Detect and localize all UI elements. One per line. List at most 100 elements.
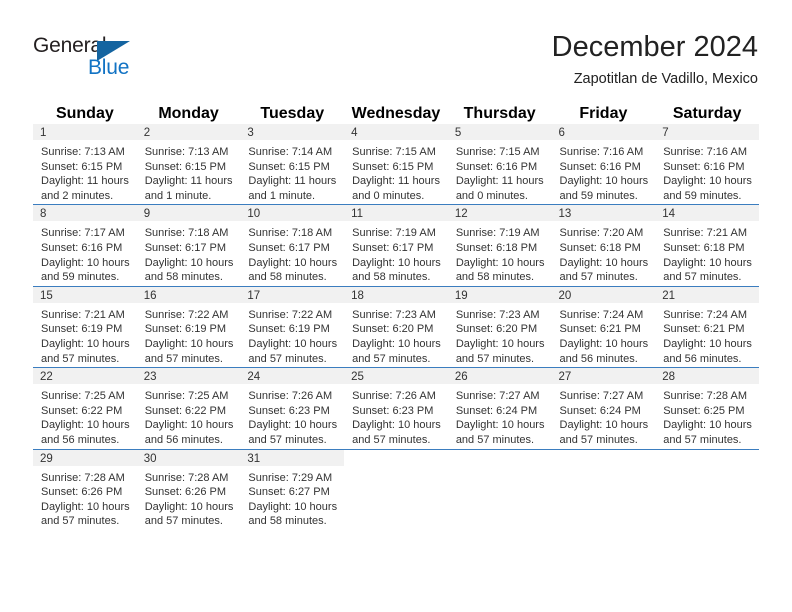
day-cell[interactable]: Sunrise: 7:24 AM Sunset: 6:21 PM Daylight:… <box>552 303 656 368</box>
day-cell-body: Sunrise: 7:21 AM Sunset: 6:18 PM Daylight:… <box>656 222 758 284</box>
day-number-cell[interactable]: 1 <box>33 124 137 140</box>
daylight-text-line1: Daylight: 11 hours <box>41 175 129 188</box>
day-number-cell[interactable]: 11 <box>344 205 448 222</box>
day-number-cell[interactable]: 14 <box>655 205 759 222</box>
calendar-header-row: Sunday Monday Tuesday Wednesday Thursday… <box>33 104 759 124</box>
sunset-text: Sunset: 6:21 PM <box>663 323 745 336</box>
sunrise-text: Sunrise: 7:23 AM <box>352 308 436 321</box>
day-number: 8 <box>40 208 47 221</box>
sunset-text: Sunset: 6:15 PM <box>144 160 227 173</box>
day-cell[interactable]: Sunrise: 7:13 AM Sunset: 6:15 PM Daylight:… <box>137 140 241 205</box>
day-cell[interactable]: Sunrise: 7:22 AM Sunset: 6:19 PM Daylight:… <box>137 303 241 368</box>
day-number-cell[interactable]: 22 <box>33 368 137 385</box>
day-cell[interactable]: Sunrise: 7:27 AM Sunset: 6:24 PM Daylight:… <box>448 384 552 449</box>
day-number-cell[interactable]: 23 <box>136 368 241 385</box>
sunrise-text: Sunrise: 7:23 AM <box>455 308 540 321</box>
day-cell[interactable]: Sunrise: 7:16 AM Sunset: 6:16 PM Daylight:… <box>552 140 656 205</box>
day-cell[interactable]: Sunrise: 7:23 AM Sunset: 6:20 PM Daylight:… <box>448 303 552 368</box>
day-number-row: 8 9 10 11 12 13 14 <box>33 205 759 222</box>
sunset-text: Sunset: 6:17 PM <box>248 241 330 254</box>
day-number-cell[interactable]: 20 <box>551 286 656 303</box>
day-number-cell[interactable]: 15 <box>33 286 137 303</box>
day-cell-body: Sunrise: 7:27 AM Sunset: 6:24 PM Daylight:… <box>553 385 655 447</box>
title-block: December 2024 Zapotitlan de Vadillo, Mex… <box>552 30 758 88</box>
day-number: 30 <box>143 452 157 465</box>
generalblue-logo[interactable]: General Blue <box>33 34 163 80</box>
daylight-text-line2: and 58 minutes. <box>248 515 327 528</box>
day-number-cell[interactable]: 28 <box>655 368 759 385</box>
day-number-cell[interactable]: 12 <box>447 205 552 222</box>
day-cell-body: Sunrise: 7:18 AM Sunset: 6:17 PM Daylight:… <box>241 222 343 284</box>
day-cell-body: Sunrise: 7:18 AM Sunset: 6:17 PM Daylight:… <box>138 222 240 284</box>
day-cell[interactable]: Sunrise: 7:18 AM Sunset: 6:17 PM Daylight:… <box>137 221 241 286</box>
day-cell[interactable]: Sunrise: 7:16 AM Sunset: 6:16 PM Daylight:… <box>655 140 759 205</box>
day-number-cell[interactable]: 21 <box>655 286 759 303</box>
day-number-cell[interactable]: 24 <box>240 368 345 385</box>
sunset-text: Sunset: 6:18 PM <box>663 241 745 254</box>
daylight-text-line2: and 56 minutes. <box>144 433 223 446</box>
day-cell[interactable]: Sunrise: 7:20 AM Sunset: 6:18 PM Daylight:… <box>552 221 656 286</box>
day-number: 26 <box>454 371 468 384</box>
day-number: 27 <box>558 371 572 384</box>
day-cell[interactable]: Sunrise: 7:29 AM Sunset: 6:27 PM Daylight:… <box>240 466 344 530</box>
sunrise-text: Sunrise: 7:28 AM <box>144 471 229 484</box>
sunset-text: Sunset: 6:22 PM <box>41 404 123 417</box>
day-number-cell[interactable]: 27 <box>551 368 656 385</box>
day-number-cell[interactable]: 2 <box>136 124 241 140</box>
daylight-text-line1: Daylight: 10 hours <box>455 256 545 269</box>
day-number-cell[interactable]: 26 <box>447 368 552 385</box>
day-cell[interactable]: Sunrise: 7:21 AM Sunset: 6:18 PM Daylight:… <box>655 221 759 286</box>
day-number-cell[interactable]: 9 <box>136 205 241 222</box>
day-cell[interactable]: Sunrise: 7:22 AM Sunset: 6:19 PM Daylight:… <box>240 303 344 368</box>
sunset-text: Sunset: 6:24 PM <box>455 404 538 417</box>
day-number: 1 <box>40 127 47 139</box>
day-cell[interactable]: Sunrise: 7:18 AM Sunset: 6:17 PM Daylight:… <box>240 221 344 286</box>
day-cell[interactable]: Sunrise: 7:21 AM Sunset: 6:19 PM Daylight:… <box>33 303 137 368</box>
day-cell[interactable]: Sunrise: 7:23 AM Sunset: 6:20 PM Daylight:… <box>344 303 448 368</box>
day-number: 16 <box>143 289 157 302</box>
day-number-cell[interactable]: 29 <box>33 449 137 466</box>
day-number-cell[interactable]: 25 <box>344 368 448 385</box>
day-number-cell[interactable]: 8 <box>33 205 137 222</box>
day-cell[interactable]: Sunrise: 7:25 AM Sunset: 6:22 PM Daylight:… <box>137 384 241 449</box>
day-number-cell[interactable]: 6 <box>551 124 656 140</box>
day-cell[interactable]: Sunrise: 7:28 AM Sunset: 6:26 PM Daylight:… <box>33 466 137 530</box>
day-cell[interactable]: Sunrise: 7:15 AM Sunset: 6:15 PM Daylight:… <box>344 140 448 205</box>
day-cell[interactable]: Sunrise: 7:17 AM Sunset: 6:16 PM Daylight:… <box>33 221 137 286</box>
sunset-text: Sunset: 6:16 PM <box>559 160 641 173</box>
day-cell[interactable]: Sunrise: 7:15 AM Sunset: 6:16 PM Daylight:… <box>448 140 552 205</box>
sunrise-text: Sunrise: 7:18 AM <box>248 227 333 240</box>
day-cell[interactable]: Sunrise: 7:28 AM Sunset: 6:26 PM Daylight:… <box>137 466 241 530</box>
sunset-text: Sunset: 6:16 PM <box>663 160 745 173</box>
day-number: 17 <box>247 289 261 302</box>
day-number-cell[interactable]: 10 <box>240 205 345 222</box>
day-cell[interactable]: Sunrise: 7:27 AM Sunset: 6:24 PM Daylight:… <box>552 384 656 449</box>
day-number-cell[interactable]: 5 <box>447 124 552 140</box>
day-number-cell[interactable]: 13 <box>551 205 656 222</box>
day-cell[interactable]: Sunrise: 7:19 AM Sunset: 6:18 PM Daylight:… <box>448 221 552 286</box>
day-number: 28 <box>662 371 676 384</box>
day-number: 10 <box>247 208 261 221</box>
day-cell[interactable]: Sunrise: 7:25 AM Sunset: 6:22 PM Daylight:… <box>33 384 137 449</box>
day-cell[interactable]: Sunrise: 7:28 AM Sunset: 6:25 PM Daylight:… <box>655 384 759 449</box>
day-cell[interactable]: Sunrise: 7:26 AM Sunset: 6:23 PM Daylight:… <box>344 384 448 449</box>
day-number: 21 <box>662 289 676 302</box>
day-cell-body: Sunrise: 7:22 AM Sunset: 6:19 PM Daylight:… <box>241 304 343 366</box>
day-number-cell[interactable]: 31 <box>240 449 345 466</box>
day-number-cell[interactable]: 3 <box>240 124 345 140</box>
weekday-header-saturday: Saturday <box>672 105 742 122</box>
day-number-cell[interactable]: 7 <box>655 124 759 140</box>
daylight-text-line1: Daylight: 10 hours <box>663 337 752 350</box>
day-number-cell[interactable]: 19 <box>447 286 552 303</box>
day-number-cell[interactable]: 16 <box>136 286 241 303</box>
day-number-cell[interactable]: 4 <box>344 124 448 140</box>
day-cell-body: Sunrise: 7:15 AM Sunset: 6:16 PM Daylight:… <box>449 141 551 203</box>
day-cell[interactable]: Sunrise: 7:26 AM Sunset: 6:23 PM Daylight:… <box>240 384 344 449</box>
day-cell[interactable]: Sunrise: 7:24 AM Sunset: 6:21 PM Daylight:… <box>655 303 759 368</box>
day-cell[interactable]: Sunrise: 7:13 AM Sunset: 6:15 PM Daylight:… <box>33 140 137 205</box>
day-number-cell[interactable]: 30 <box>136 449 241 466</box>
day-number-cell[interactable]: 18 <box>344 286 448 303</box>
day-cell[interactable]: Sunrise: 7:19 AM Sunset: 6:17 PM Daylight:… <box>344 221 448 286</box>
day-cell[interactable]: Sunrise: 7:14 AM Sunset: 6:15 PM Daylight:… <box>240 140 344 205</box>
day-number-cell[interactable]: 17 <box>240 286 345 303</box>
